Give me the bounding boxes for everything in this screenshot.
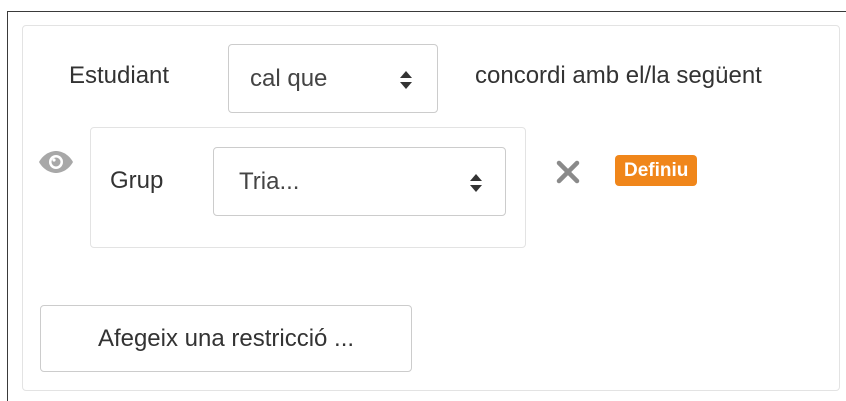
add-restriction-button[interactable]: Afegeix una restricció ...	[40, 305, 412, 372]
select-arrows-icon	[470, 174, 482, 192]
status-badge: Definiu	[615, 155, 698, 186]
close-icon[interactable]	[556, 160, 580, 184]
select-arrows-icon	[400, 71, 412, 89]
condition-select[interactable]: cal que	[228, 44, 438, 113]
subject-label: Estudiant	[69, 62, 170, 89]
condition-type-label: Grup	[110, 167, 164, 194]
condition-tail-label: concordi amb el/la següent	[475, 62, 762, 89]
group-select[interactable]: Tria...	[213, 147, 506, 216]
group-select-value: Tria...	[239, 168, 300, 195]
condition-select-value: cal que	[250, 65, 328, 92]
eye-icon[interactable]	[38, 149, 74, 175]
